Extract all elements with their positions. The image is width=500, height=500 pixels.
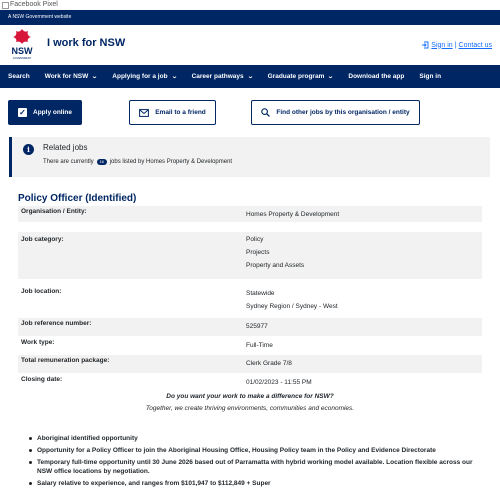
category-value: Property and Assets xyxy=(246,262,305,269)
category-value: Projects xyxy=(246,249,270,256)
nav-item-career-pathways[interactable]: Career pathways ⌄ xyxy=(191,73,254,80)
detail-value: 525977 xyxy=(246,320,482,336)
logo-text: NSW xyxy=(12,46,34,56)
nav-item-search[interactable]: Search xyxy=(8,73,30,80)
detail-label: Work type: xyxy=(21,339,55,346)
detail-row-remuneration: Total remuneration package: Clerk Grade … xyxy=(18,355,482,374)
sign-in-link[interactable]: Sign in xyxy=(431,42,452,49)
email-to-friend-button[interactable]: Email to a friend xyxy=(129,100,216,125)
tagline-question: Do you want your work to make a differen… xyxy=(166,393,334,400)
detail-value: Full-Time xyxy=(246,339,482,354)
detail-label: Job location: xyxy=(21,288,62,295)
facebook-pixel-image: Facebook Pixel xyxy=(0,0,500,10)
nav-label: Career pathways xyxy=(191,73,244,80)
remuneration-value: Clerk Grade 7/8 xyxy=(246,360,292,367)
work-type-value: Full-Time xyxy=(246,342,273,349)
logo-subtext: GOVERNMENT xyxy=(13,56,32,60)
detail-value: Homes Property & Development xyxy=(246,208,482,222)
chevron-down-icon: ⌄ xyxy=(91,74,99,80)
contact-us-link[interactable]: Contact us xyxy=(459,42,492,49)
job-details-table: Organisation / Entity: Homes Property & … xyxy=(18,206,482,391)
detail-row-closing-date: Closing date: 01/02/2023 - 11:55 PM xyxy=(18,374,482,391)
detail-value: Statewide Sydney Region / Sydney - West xyxy=(246,287,482,316)
category-value: Policy xyxy=(246,236,264,243)
main-nav: Search Work for NSW ⌄ Applying for a job ⌄… xyxy=(0,65,500,88)
nav-item-download-the-app[interactable]: Download the app xyxy=(348,73,404,80)
related-jobs-text: There are currently 16 jobs listed by Ho… xyxy=(43,159,232,165)
detail-label: Closing date: xyxy=(21,376,63,383)
chevron-down-icon: ⌄ xyxy=(170,74,178,80)
detail-label: Job category: xyxy=(21,236,64,243)
nsw-logo[interactable]: NSW GOVERNMENT xyxy=(8,28,36,62)
closing-date-value: 01/02/2023 - 11:55 PM xyxy=(246,379,312,386)
nav-label: Sign in xyxy=(419,73,442,80)
email-icon xyxy=(139,108,150,117)
nav-label: Search xyxy=(8,73,30,80)
facebook-pixel-alt-text: Facebook Pixel xyxy=(10,1,58,8)
location-value: Statewide xyxy=(246,290,275,297)
detail-row-job-location: Job location: Statewide Sydney Region / … xyxy=(18,287,482,317)
nav-item-sign-in[interactable]: Sign in xyxy=(419,73,441,80)
location-value: Sydney Region / Sydney - West xyxy=(246,303,338,310)
related-text-after: jobs listed by Homes Property & Developm… xyxy=(109,159,233,165)
nav-label: Applying for a job xyxy=(112,73,168,80)
detail-label: Organisation / Entity: xyxy=(21,208,87,215)
detail-value: 01/02/2023 - 11:55 PM xyxy=(246,376,482,390)
nav-label: Download the app xyxy=(348,73,405,80)
apply-online-label: Apply online xyxy=(33,109,72,116)
nav-item-work-for-nsw[interactable]: Work for NSW ⌄ xyxy=(45,73,98,80)
chevron-down-icon: ⌄ xyxy=(327,74,335,80)
detail-row-organisation: Organisation / Entity: Homes Property & … xyxy=(18,206,482,223)
organisation-value: Homes Property & Development xyxy=(246,211,340,218)
list-item: Aboriginal identified opportunity xyxy=(28,434,486,443)
related-jobs-callout: i Related jobs There are currently 16 jo… xyxy=(9,137,490,177)
detail-value: Clerk Grade 7/8 xyxy=(246,357,482,373)
site-title[interactable]: I work for NSW xyxy=(47,37,125,49)
nav-item-graduate-program[interactable]: Graduate program ⌄ xyxy=(267,73,335,80)
apply-online-button[interactable]: ✓ Apply online xyxy=(8,100,82,125)
find-other-jobs-button[interactable]: Find other jobs by this organisation / e… xyxy=(251,100,420,125)
link-separator: | xyxy=(454,41,457,49)
checkbox-tick-icon: ✓ xyxy=(18,108,27,117)
related-jobs-title: Related jobs xyxy=(43,143,88,152)
broken-image-icon xyxy=(2,1,9,9)
job-title: Policy Officer (Identified) xyxy=(18,193,137,204)
search-icon xyxy=(261,108,271,117)
reference-number-value: 525977 xyxy=(246,323,268,330)
job-highlights-list: Aboriginal identified opportunity Opport… xyxy=(28,434,486,491)
list-item: Opportunity for a Policy Officer to join… xyxy=(28,446,486,455)
detail-label: Total remuneration package: xyxy=(21,357,110,364)
sign-in-icon xyxy=(422,41,429,49)
detail-row-reference-number: Job reference number: 525977 xyxy=(18,318,482,337)
list-item: Temporary full-time opportunity until 30… xyxy=(28,458,486,476)
related-jobs-count-badge[interactable]: 16 xyxy=(96,159,107,165)
related-text-before: There are currently xyxy=(43,159,94,165)
chevron-down-icon: ⌄ xyxy=(246,74,254,80)
site-header: NSW GOVERNMENT I work for NSW Sign in | … xyxy=(0,25,500,65)
tagline-statement: Together, we create thriving environment… xyxy=(145,405,355,412)
nav-label: Work for NSW xyxy=(44,73,89,80)
detail-label: Job reference number: xyxy=(21,320,92,327)
nav-label: Graduate program xyxy=(267,73,325,80)
detail-row-work-type: Work type: Full-Time xyxy=(18,337,482,355)
email-to-friend-label: Email to a friend xyxy=(155,109,206,116)
detail-row-job-category: Job category: Policy Projects Property a… xyxy=(18,232,482,280)
gov-strip-text: A NSW Government website xyxy=(8,14,72,20)
header-links: Sign in | Contact us xyxy=(421,41,492,49)
list-item: Salary relative to experience, and range… xyxy=(28,479,486,488)
info-icon: i xyxy=(23,144,34,155)
job-actions: ✓ Apply online Email to a friend Find ot… xyxy=(8,100,492,126)
find-other-jobs-label: Find other jobs by this organisation / e… xyxy=(276,109,410,116)
gov-strip: A NSW Government website xyxy=(0,10,500,25)
nav-item-applying-for-a-job[interactable]: Applying for a job ⌄ xyxy=(112,73,178,80)
detail-value: Policy Projects Property and Assets xyxy=(246,233,482,279)
job-tagline: Do you want your work to make a differen… xyxy=(0,391,500,415)
